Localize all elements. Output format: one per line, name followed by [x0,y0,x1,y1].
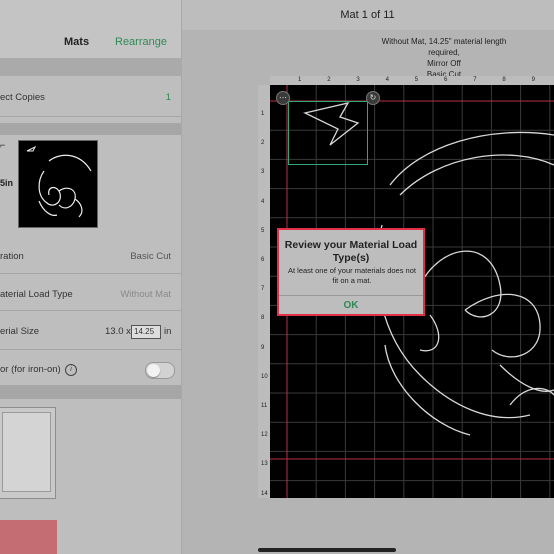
unit-label: in [164,326,172,337]
design-thumbnail[interactable] [18,140,98,228]
ruler-tick-label: 13 [261,461,268,468]
ruler-tick-label: 10 [261,373,268,380]
selection-box[interactable] [288,101,368,165]
ruler-tick-label: 9 [531,77,535,83]
dialog-divider [279,295,423,296]
section-band [0,58,181,76]
mat-preview-inner [2,412,51,492]
ruler-tick-label: 1 [261,111,265,117]
material-height-input[interactable]: 14.25 [131,325,161,339]
mat-description: Without Mat, 14.25" material length requ… [381,37,507,79]
rearrange-button[interactable]: Rearrange [115,36,167,48]
tab-mats[interactable]: Mats [64,36,89,48]
window-title: Mat 1 of 11 [181,0,554,30]
mat-preview[interactable] [0,407,56,499]
copies-value[interactable]: 1 [166,92,171,103]
ruler-tick-label: 7 [261,286,265,293]
toggle-knob [147,364,160,377]
section-band [0,385,181,399]
ruler-top: 1 2 3 4 5 6 7 8 9 [270,76,554,85]
ruler-tick-label: 3 [356,77,360,83]
home-indicator[interactable] [258,548,396,552]
mat-preview-selected[interactable] [0,520,57,554]
divider [0,116,181,117]
corner-mark: ⌐ [0,140,6,150]
info-icon[interactable]: i [65,364,77,376]
ruler-tick-label: 2 [327,77,331,83]
material-width: 13.0 x [105,326,131,337]
ok-button[interactable]: OK [279,300,423,311]
ruler-tick-label: 3 [261,169,265,176]
ruler-tick-label: 11 [261,403,268,409]
dialog-message: At least one of your materials does not … [288,266,416,285]
ruler-tick-label: 8 [261,315,265,322]
dialog-title: Review your Material Load Type(s) [284,239,418,264]
hands-heart-icon [26,145,92,218]
mirror-toggle[interactable] [145,362,175,379]
panel-divider [181,0,182,554]
left-header: Mats Rearrange [0,0,181,58]
ruler-tick-label: 2 [261,140,265,147]
project-size-label: 5in [0,178,14,188]
ruler-tick-label: 6 [444,77,448,83]
ruler-tick-label: 1 [298,77,302,83]
ruler-tick-label: 6 [261,257,265,263]
ruler-tick-label: 5 [414,77,419,83]
ruler-tick-label: 5 [261,227,265,234]
ruler-tick-label: 4 [261,198,265,205]
ruler-tick-label: 8 [502,77,506,83]
alert-dialog: Review your Material Load Type(s) At lea… [277,228,425,316]
ruler-tick-label: 12 [261,432,268,439]
divider [0,310,181,311]
divider [0,273,181,274]
ruler-tick-label: 9 [261,344,265,351]
ruler-left: 1 2 3 4 5 6 7 8 9 10 11 12 13 14 [258,85,270,498]
ruler-tick-label: 4 [385,77,389,83]
rotate-icon[interactable]: ↻ [366,91,380,105]
ruler-tick-label: 14 [261,490,268,497]
more-options-icon[interactable]: ⋯ [276,91,290,105]
divider [0,349,181,350]
ruler-tick-label: 7 [473,77,477,83]
section-band [0,123,181,135]
